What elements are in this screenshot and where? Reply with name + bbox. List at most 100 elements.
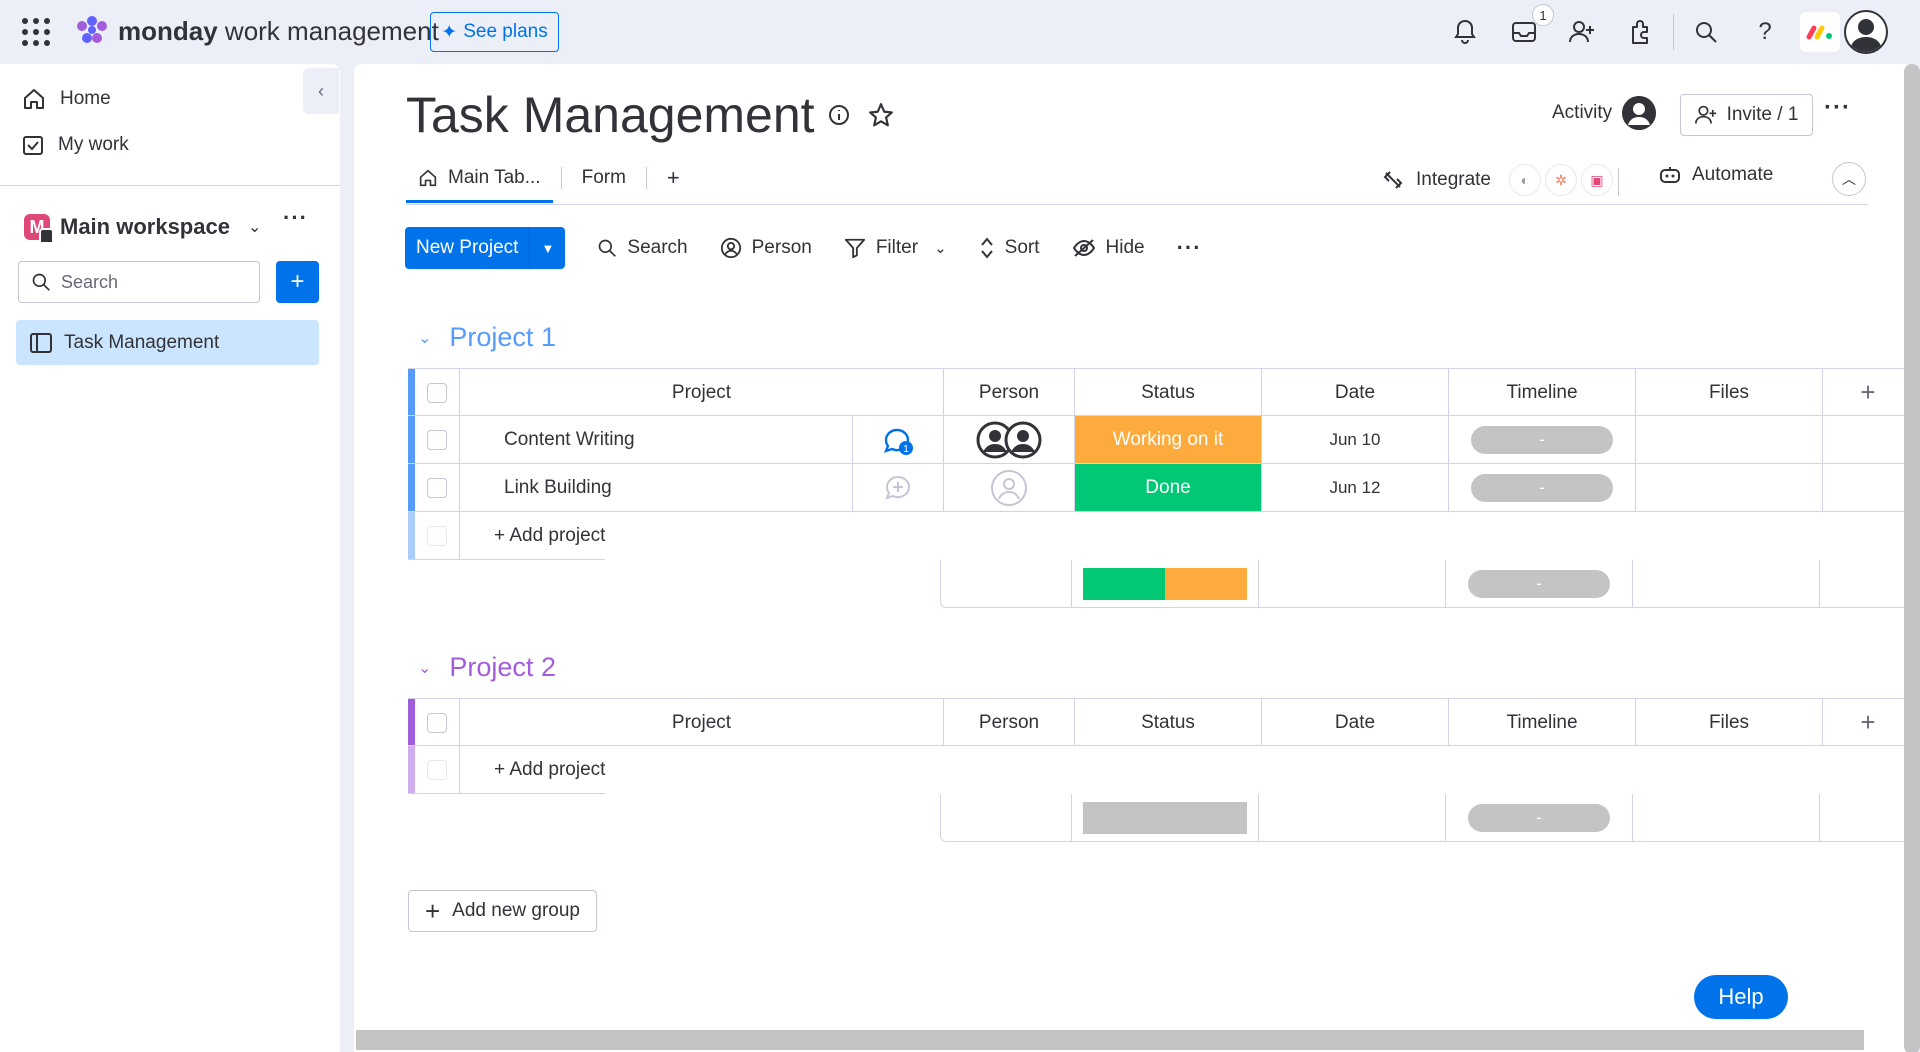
add-update-button[interactable] bbox=[853, 464, 943, 511]
sidebar-search-input[interactable] bbox=[61, 271, 241, 293]
notifications-bell-icon[interactable] bbox=[1447, 14, 1483, 50]
column-header-date[interactable]: Date bbox=[1262, 369, 1449, 416]
table-row[interactable]: Content Writing 1 Working on it Jun 10 - bbox=[408, 416, 1906, 464]
timeline-cell[interactable]: - bbox=[1449, 464, 1636, 511]
new-project-label[interactable]: New Project bbox=[405, 227, 529, 269]
sidebar-item-home[interactable]: Home bbox=[22, 88, 111, 110]
sidebar-search[interactable] bbox=[18, 261, 260, 303]
star-icon[interactable] bbox=[866, 100, 896, 130]
vertical-scrollbar[interactable] bbox=[1904, 64, 1920, 1052]
group-title[interactable]: Project 2 bbox=[449, 652, 556, 683]
monday-mark-icon[interactable] bbox=[1800, 12, 1840, 52]
row-checkbox[interactable] bbox=[415, 416, 460, 463]
column-header-timeline[interactable]: Timeline bbox=[1449, 369, 1636, 416]
status-cell[interactable]: Done bbox=[1075, 464, 1262, 511]
add-column-button[interactable]: + bbox=[1823, 699, 1906, 746]
help-question-icon[interactable]: ? bbox=[1747, 14, 1783, 50]
add-project-input[interactable]: + Add project bbox=[460, 746, 605, 793]
workspace-more-icon[interactable]: ··· bbox=[283, 205, 308, 231]
add-view-button[interactable]: + bbox=[655, 156, 692, 200]
timeline-cell[interactable]: - bbox=[1449, 416, 1636, 463]
activity-button[interactable]: Activity bbox=[1552, 96, 1657, 130]
search-icon[interactable] bbox=[1688, 14, 1724, 50]
workspace-selector[interactable]: M Main workspace ⌄ bbox=[24, 207, 324, 247]
sidebar-item-my-work[interactable]: My work bbox=[22, 134, 129, 156]
hide-button[interactable]: Hide bbox=[1072, 237, 1145, 259]
automate-button[interactable]: Automate bbox=[1658, 164, 1773, 186]
collapse-sidebar-button[interactable]: ‹ bbox=[303, 68, 339, 114]
group-header-project-2[interactable]: ⌄ Project 2 bbox=[418, 652, 556, 683]
add-item-row[interactable]: + Add project bbox=[408, 746, 606, 794]
column-header-project[interactable]: Project bbox=[460, 369, 944, 416]
row-checkbox[interactable] bbox=[415, 464, 460, 511]
info-icon[interactable] bbox=[824, 100, 854, 130]
column-header-person[interactable]: Person bbox=[944, 699, 1075, 746]
page-title[interactable]: Task Management bbox=[406, 86, 815, 144]
chevron-down-icon[interactable]: ⌄ bbox=[934, 239, 947, 257]
tab-divider bbox=[560, 167, 562, 189]
column-header-project[interactable]: Project bbox=[460, 699, 944, 746]
sidebar-item-task-management[interactable]: Task Management bbox=[16, 320, 319, 365]
status-summary-cell[interactable] bbox=[1072, 794, 1259, 841]
column-header-status[interactable]: Status bbox=[1075, 699, 1262, 746]
chevron-down-icon[interactable]: ⌄ bbox=[418, 328, 431, 348]
integrate-button[interactable]: Integrate ◐ ✲ ▣ bbox=[1382, 164, 1613, 196]
files-cell[interactable] bbox=[1636, 416, 1823, 463]
add-column-button[interactable]: + bbox=[1823, 369, 1906, 416]
item-name-cell[interactable]: Content Writing 1 bbox=[460, 416, 944, 463]
collapse-header-button[interactable]: ︿ bbox=[1832, 162, 1866, 196]
column-header-files[interactable]: Files bbox=[1636, 369, 1823, 416]
filter-button[interactable]: Filter ⌄ bbox=[844, 237, 947, 259]
invite-members-icon[interactable] bbox=[1564, 14, 1600, 50]
item-updates-button[interactable]: 1 bbox=[853, 416, 943, 463]
column-header-date[interactable]: Date bbox=[1262, 699, 1449, 746]
invite-label: Invite / 1 bbox=[1726, 104, 1799, 125]
horizontal-scrollbar[interactable] bbox=[356, 1030, 1864, 1050]
person-label: Person bbox=[751, 237, 812, 258]
person-filter-button[interactable]: Person bbox=[720, 237, 812, 259]
date-cell[interactable]: Jun 12 bbox=[1262, 464, 1449, 511]
group-header-project-1[interactable]: ⌄ Project 1 bbox=[418, 322, 556, 353]
new-project-button[interactable]: New Project ▼ bbox=[405, 227, 566, 269]
sort-button[interactable]: Sort bbox=[979, 236, 1040, 260]
add-project-input[interactable]: + Add project bbox=[460, 512, 605, 559]
table-row[interactable]: Link Building Done Jun 12 - bbox=[408, 464, 1906, 512]
item-name[interactable]: Link Building bbox=[460, 464, 854, 511]
toolbar-more-icon[interactable]: ··· bbox=[1177, 235, 1202, 261]
group-title[interactable]: Project 1 bbox=[449, 322, 556, 353]
files-cell[interactable] bbox=[1636, 464, 1823, 511]
person-cell[interactable] bbox=[944, 464, 1075, 511]
help-button[interactable]: Help bbox=[1694, 975, 1788, 1019]
chevron-down-icon[interactable]: ▼ bbox=[529, 227, 565, 269]
monday-logo-icon[interactable] bbox=[74, 14, 110, 50]
apps-grid-icon[interactable] bbox=[22, 18, 50, 46]
tab-form[interactable]: Form bbox=[570, 156, 638, 200]
add-new-group-button[interactable]: + Add new group bbox=[408, 890, 597, 932]
tab-main-table[interactable]: Main Tab... bbox=[406, 156, 553, 203]
column-header-person[interactable]: Person bbox=[944, 369, 1075, 416]
group-color-bar bbox=[408, 512, 415, 559]
select-all-checkbox[interactable] bbox=[415, 369, 460, 416]
see-plans-button[interactable]: ✦ See plans bbox=[430, 12, 559, 52]
item-name[interactable]: Content Writing bbox=[460, 416, 854, 463]
user-avatar[interactable] bbox=[1844, 10, 1888, 54]
search-button[interactable]: Search bbox=[597, 237, 688, 259]
column-header-timeline[interactable]: Timeline bbox=[1449, 699, 1636, 746]
column-header-files[interactable]: Files bbox=[1636, 699, 1823, 746]
add-board-button[interactable]: + bbox=[276, 261, 319, 303]
board-more-icon[interactable]: ··· bbox=[1824, 94, 1851, 122]
status-summary-cell[interactable] bbox=[1072, 560, 1259, 607]
person-cell[interactable] bbox=[944, 416, 1075, 463]
apps-marketplace-icon[interactable] bbox=[1622, 14, 1658, 50]
item-name-cell[interactable]: Link Building bbox=[460, 464, 944, 511]
brand-name[interactable]: monday work management bbox=[118, 16, 439, 47]
add-item-row[interactable]: + Add project bbox=[408, 512, 606, 560]
column-header-status[interactable]: Status bbox=[1075, 369, 1262, 416]
table-header-row: Project Person Status Date Timeline File… bbox=[408, 698, 1906, 746]
chevron-down-icon[interactable]: ⌄ bbox=[418, 658, 431, 678]
views-divider bbox=[406, 204, 1868, 205]
date-cell[interactable]: Jun 10 bbox=[1262, 416, 1449, 463]
select-all-checkbox[interactable] bbox=[415, 699, 460, 746]
invite-button[interactable]: Invite / 1 bbox=[1680, 94, 1813, 136]
status-cell[interactable]: Working on it bbox=[1075, 416, 1262, 463]
